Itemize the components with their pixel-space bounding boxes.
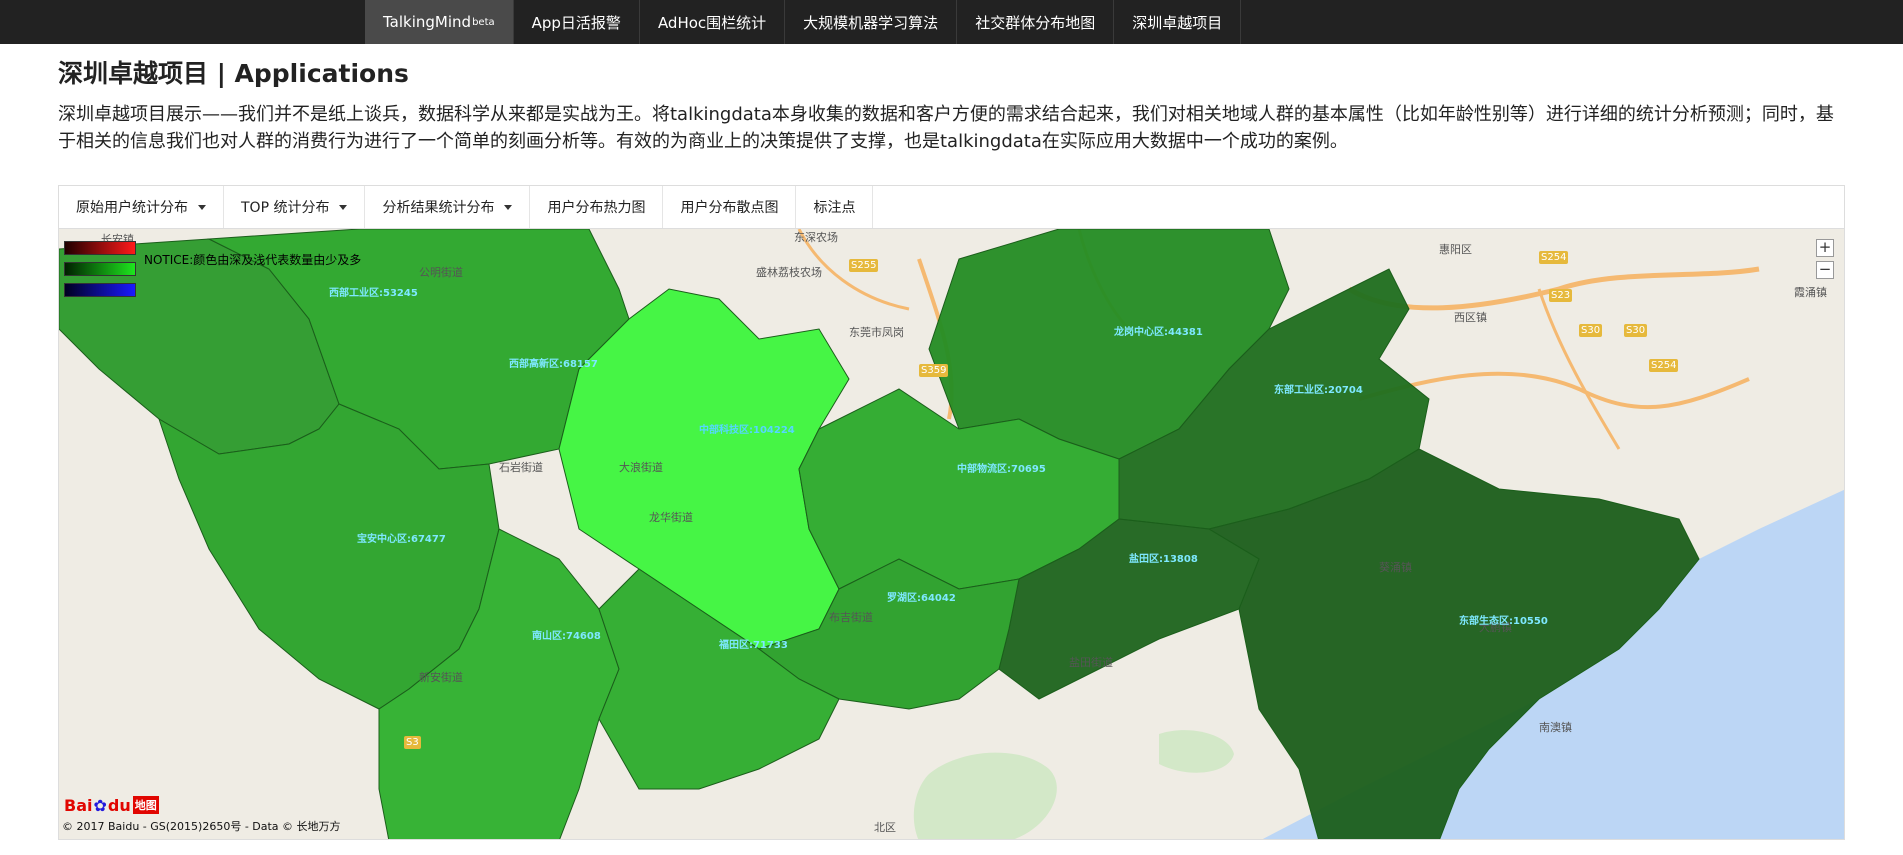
place-label: 霞涌镇 bbox=[1794, 286, 1827, 299]
nav-item-adhoc-fence[interactable]: AdHoc围栏统计 bbox=[640, 0, 786, 44]
district-label-1: 西部高新区:68157 bbox=[509, 359, 598, 370]
caret-down-icon bbox=[198, 204, 206, 210]
nav-brand-sup: beta bbox=[472, 16, 495, 28]
highway-shield: S254 bbox=[1649, 359, 1679, 372]
highway-shield: S23 bbox=[1549, 289, 1573, 302]
page-description: 深圳卓越项目展示——我们并不是纸上谈兵，数据科学从来都是实战为王。将talkin… bbox=[58, 104, 1834, 152]
logo-du: du bbox=[107, 795, 131, 815]
place-label: 东莞市凤岗 bbox=[849, 326, 904, 339]
submenu-raw-user-stats[interactable]: 原始用户统计分布 bbox=[59, 186, 224, 228]
legend-bar-red bbox=[64, 241, 136, 255]
legend-note: NOTICE:颜色由深及浅代表数量由少及多 bbox=[144, 253, 362, 267]
place-label: 大浪街道 bbox=[619, 461, 663, 474]
place-label: 盛林荔枝农场 bbox=[756, 266, 822, 279]
district-label-9: 南山区:74608 bbox=[532, 631, 601, 642]
legend-bar-green bbox=[64, 262, 136, 276]
baidu-map-logo[interactable]: Bai ✿ du 地图 bbox=[64, 795, 159, 815]
nav-item-app-alert[interactable]: App日活报警 bbox=[514, 0, 640, 44]
place-label: 龙华街道 bbox=[649, 511, 693, 524]
place-label: 北区 bbox=[874, 821, 896, 834]
nav-brand-label: TalkingMind bbox=[383, 13, 472, 31]
district-label-0: 西部工业区:53245 bbox=[329, 288, 418, 299]
submenu-markers[interactable]: 标注点 bbox=[796, 186, 874, 228]
logo-di: 地图 bbox=[132, 796, 159, 814]
place-label: 葵涌镇 bbox=[1379, 561, 1412, 574]
legend-bar-blue bbox=[64, 283, 136, 297]
paw-icon: ✿ bbox=[93, 795, 107, 815]
district-label-7: 盐田区:13808 bbox=[1129, 554, 1198, 565]
submenu-top-stats[interactable]: TOP 统计分布 bbox=[224, 186, 366, 228]
caret-down-icon bbox=[339, 204, 348, 210]
place-label: 西区镇 bbox=[1454, 311, 1487, 324]
top-navbar: TalkingMind beta App日活报警 AdHoc围栏统计 大规模机器学… bbox=[0, 0, 1903, 44]
district-label-5: 中部物流区:70695 bbox=[957, 464, 1046, 475]
place-label: 新安街道 bbox=[419, 671, 463, 684]
district-label-10: 福田区:71733 bbox=[719, 640, 788, 651]
submenu-label: 原始用户统计分布 bbox=[76, 200, 188, 216]
district-label-11: 东部生态区:10550 bbox=[1459, 616, 1548, 627]
district-label-8: 罗湖区:64042 bbox=[887, 593, 956, 604]
highway-shield: S30 bbox=[1624, 324, 1648, 337]
submenu-scatter[interactable]: 用户分布散点图 bbox=[663, 186, 797, 228]
submenu-heatmap[interactable]: 用户分布热力图 bbox=[530, 186, 664, 228]
highway-shield: S3 bbox=[404, 736, 421, 749]
place-label: 布吉街道 bbox=[829, 611, 873, 624]
submenu-analysis-stats[interactable]: 分析结果统计分布 bbox=[365, 186, 531, 228]
nav-item-ml-algorithms[interactable]: 大规模机器学习算法 bbox=[785, 0, 958, 44]
map-basemap bbox=[59, 229, 1844, 839]
place-label: 石岩街道 bbox=[499, 461, 543, 474]
place-label: 盐田街道 bbox=[1069, 656, 1113, 669]
submenu-label: TOP 统计分布 bbox=[241, 200, 330, 216]
highway-shield: S359 bbox=[919, 364, 949, 377]
map-submenu: 原始用户统计分布 TOP 统计分布 分析结果统计分布 用户分布热力图 用户分布散… bbox=[58, 185, 1845, 228]
district-label-4: 东部工业区:20704 bbox=[1274, 385, 1363, 396]
nav-brand-talkingmind[interactable]: TalkingMind beta bbox=[365, 0, 514, 44]
page-title: 深圳卓越项目 | Applications bbox=[58, 59, 409, 88]
zoom-out-button[interactable]: − bbox=[1816, 261, 1834, 279]
highway-shield: S254 bbox=[1539, 251, 1569, 264]
submenu-label: 分析结果统计分布 bbox=[382, 200, 495, 216]
map-canvas[interactable]: 长安镇 公明街道 东莞市凤岗 盛林荔枝农场 东深农场 西区镇 霞涌镇 石岩街道 … bbox=[58, 228, 1845, 840]
nav-item-social-map[interactable]: 社交群体分布地图 bbox=[957, 0, 1115, 44]
district-label-6: 宝安中心区:67477 bbox=[357, 534, 446, 545]
caret-down-icon bbox=[504, 204, 513, 210]
nav-items: TalkingMind beta App日活报警 AdHoc围栏统计 大规模机器学… bbox=[365, 0, 1242, 44]
logo-bai: Bai bbox=[64, 795, 93, 815]
place-label: 东深农场 bbox=[794, 231, 838, 244]
zoom-control: + − bbox=[1816, 239, 1834, 283]
zoom-in-button[interactable]: + bbox=[1816, 239, 1834, 257]
place-label: 南澳镇 bbox=[1539, 721, 1572, 734]
nav-item-shenzhen-project[interactable]: 深圳卓越项目 bbox=[1114, 0, 1242, 44]
district-label-3: 龙岗中心区:44381 bbox=[1114, 327, 1203, 338]
highway-shield: S255 bbox=[849, 259, 879, 272]
map-legend: NOTICE:颜色由深及浅代表数量由少及多 bbox=[64, 241, 361, 304]
place-label: 惠阳区 bbox=[1439, 243, 1472, 256]
map-copyright: © 2017 Baidu - GS(2015)2650号 - Data © 长地… bbox=[62, 820, 341, 833]
place-label: 公明街道 bbox=[419, 266, 463, 279]
highway-shield: S30 bbox=[1579, 324, 1603, 337]
district-label-2: 中部科技区:104224 bbox=[699, 425, 795, 436]
